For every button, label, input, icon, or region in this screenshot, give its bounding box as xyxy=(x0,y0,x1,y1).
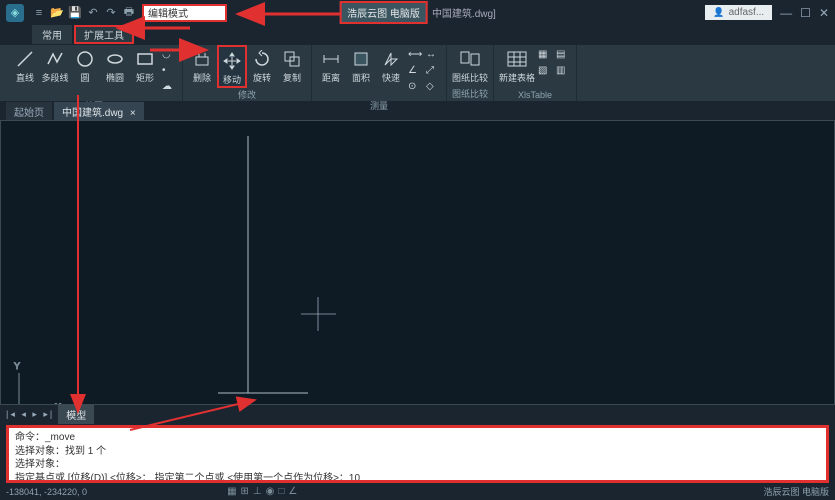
cmd-line-1: 命令：_move xyxy=(15,431,820,445)
distance-button[interactable]: 距离 xyxy=(316,45,346,84)
cmd-line-2: 选择对象：找到 1 个 xyxy=(15,445,820,459)
undo-icon[interactable]: ↶ xyxy=(86,6,100,20)
maximize-icon[interactable]: ☐ xyxy=(800,6,811,20)
polar-icon[interactable]: ◉ xyxy=(266,486,275,497)
cloud-icon[interactable]: ☁ xyxy=(162,81,176,95)
point-icon[interactable]: • xyxy=(162,65,176,79)
dim4-icon[interactable]: ◇ xyxy=(426,81,440,95)
copy-icon xyxy=(282,49,302,69)
arc-icon[interactable]: ◡ xyxy=(162,49,176,63)
coordinates: -138041, -234220, 0 xyxy=(6,487,87,497)
line-icon xyxy=(15,49,35,69)
distance-icon xyxy=(321,49,341,69)
ribbon-tabbar: 常用 扩展工具 xyxy=(0,25,835,44)
ellipse-icon xyxy=(105,49,125,69)
menu-icon[interactable]: ≡ xyxy=(32,6,46,20)
xls1-icon[interactable]: ▦ xyxy=(538,49,552,63)
area-button[interactable]: 面积 xyxy=(346,45,376,84)
rectangle-button[interactable]: 矩形 xyxy=(130,45,160,84)
id-icon[interactable]: ⊙ xyxy=(408,81,422,95)
angle-icon[interactable]: ∠ xyxy=(408,65,422,79)
rotate-icon xyxy=(252,49,272,69)
erase-button[interactable]: 删除 xyxy=(187,45,217,84)
grid-icon[interactable]: ⊞ xyxy=(241,486,249,497)
line-button[interactable]: 直线 xyxy=(10,45,40,84)
xls3-icon[interactable]: ▤ xyxy=(556,49,570,63)
dim2-icon[interactable]: ↔ xyxy=(426,49,440,63)
minimize-icon[interactable]: — xyxy=(780,6,792,20)
mode-search-text: 编辑模式 xyxy=(148,5,188,20)
command-window[interactable]: 命令：_move 选择对象：找到 1 个 选择对象： 指定基点或 [位移(D)]… xyxy=(6,425,829,483)
tab-extension-tools[interactable]: 扩展工具 xyxy=(74,25,134,44)
tab-nav-arrows[interactable]: |◂ ◂ ▸ ▸| xyxy=(6,409,54,420)
group-compare-label: 图纸比较 xyxy=(452,87,488,101)
quick-access-toolbar: ≡ 📂 💾 ↶ ↷ 🖶 xyxy=(32,6,136,20)
model-tab[interactable]: 模型 xyxy=(58,405,94,424)
open-icon[interactable]: 📂 xyxy=(50,6,64,20)
save-icon[interactable]: 💾 xyxy=(68,6,82,20)
redo-icon[interactable]: ↷ xyxy=(104,6,118,20)
compare-icon xyxy=(460,49,480,69)
table-icon xyxy=(507,49,527,69)
status-toggles: ▦ ⊞ ⊥ ◉ □ ∠ xyxy=(227,486,297,497)
rotate-button[interactable]: 旋转 xyxy=(247,45,277,84)
osnap-icon[interactable]: □ xyxy=(278,486,284,497)
area-icon xyxy=(351,49,371,69)
dwg-compare-button[interactable]: 图纸比较 xyxy=(451,45,489,84)
status-brand: 浩辰云图 电脑版 xyxy=(763,485,829,498)
cmd-line-4: 指定基点或 [位移(D)] <位移>： 指定第二个点或 <使用第一个点作为位移>… xyxy=(15,472,820,484)
brand-label: 浩辰云图 电脑版 xyxy=(339,1,428,24)
doctab-close-icon[interactable]: × xyxy=(130,108,136,119)
dim-icon[interactable]: ⟷ xyxy=(408,49,422,63)
copy-button[interactable]: 复制 xyxy=(277,45,307,84)
circle-button[interactable]: 圆 xyxy=(70,45,100,84)
quick-button[interactable]: 快速 xyxy=(376,45,406,84)
ellipse-button[interactable]: 椭圆 xyxy=(100,45,130,84)
cmd-line-3: 选择对象： xyxy=(15,458,820,472)
ribbon: 直线 多段线 圆 椭圆 矩形 ◡•☁ 绘图 删除 移动 旋转 复制 修改 距离 … xyxy=(0,44,835,102)
app-logo-icon: ◈ xyxy=(6,4,24,22)
track-icon[interactable]: ∠ xyxy=(288,486,297,497)
doctab-active[interactable]: 中国建筑.dwg × xyxy=(54,102,144,121)
circle-icon xyxy=(75,49,95,69)
dim3-icon[interactable]: ⤢ xyxy=(426,65,440,79)
drawing-canvas[interactable]: Y X xyxy=(0,120,835,405)
polyline-button[interactable]: 多段线 xyxy=(40,45,70,84)
new-table-button[interactable]: 新建表格 xyxy=(498,45,536,84)
close-icon[interactable]: ✕ xyxy=(819,6,829,20)
layout-tabs: |◂ ◂ ▸ ▸| 模型 xyxy=(0,405,94,423)
user-account[interactable]: adfasf... xyxy=(705,5,772,20)
svg-text:Y: Y xyxy=(14,361,20,371)
xls2-icon[interactable]: ▧ xyxy=(538,65,552,79)
move-icon xyxy=(222,51,242,71)
move-button[interactable]: 移动 xyxy=(217,45,247,88)
polyline-icon xyxy=(45,49,65,69)
group-modify-label: 修改 xyxy=(238,88,256,102)
ortho-icon[interactable]: ⊥ xyxy=(253,486,262,497)
mode-search-box[interactable]: 编辑模式 xyxy=(142,4,227,22)
group-measure-label: 测量 xyxy=(370,99,388,113)
status-bar: -138041, -234220, 0 ▦ ⊞ ⊥ ◉ □ ∠ 浩辰云图 电脑版 xyxy=(0,483,835,500)
quick-icon xyxy=(381,49,401,69)
document-tabs: 起始页 中国建筑.dwg × xyxy=(0,102,835,120)
snap-icon[interactable]: ▦ xyxy=(227,486,236,497)
rectangle-icon xyxy=(135,49,155,69)
document-name: 中国建筑.dwg] xyxy=(432,5,496,20)
erase-icon xyxy=(192,49,212,69)
print-icon[interactable]: 🖶 xyxy=(122,6,136,20)
tab-common[interactable]: 常用 xyxy=(32,25,72,44)
doctab-start[interactable]: 起始页 xyxy=(6,102,52,121)
group-xlstable-label: XlsTable xyxy=(518,90,552,101)
xls4-icon[interactable]: ▥ xyxy=(556,65,570,79)
